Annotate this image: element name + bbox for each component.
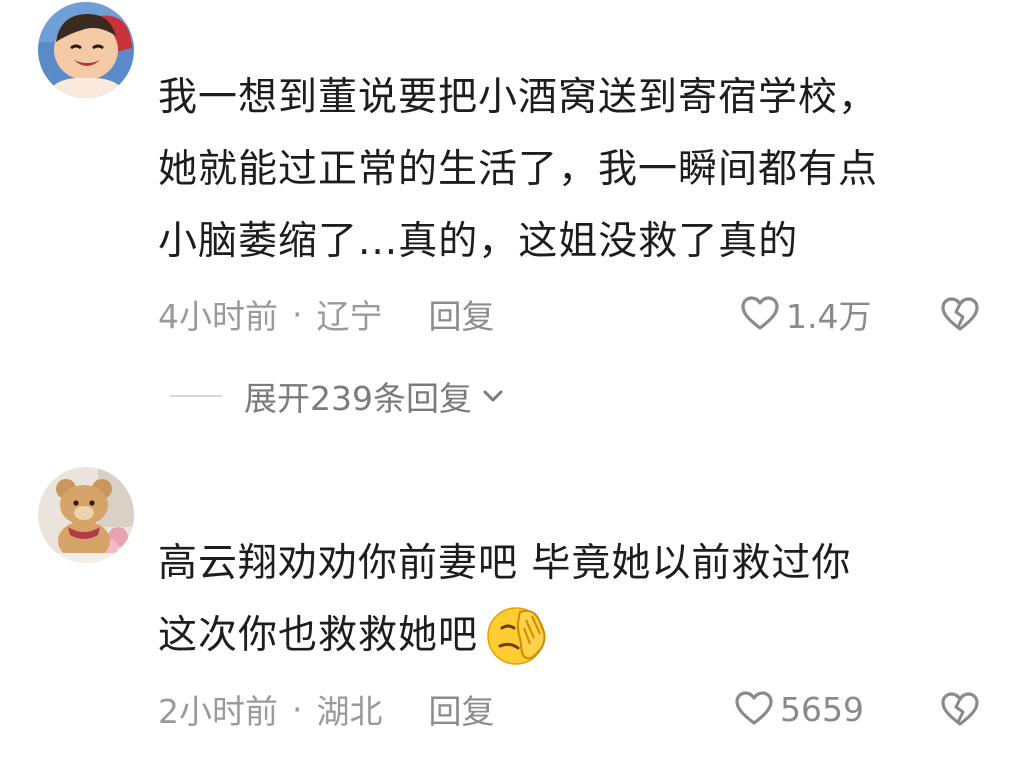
avatar[interactable] [38,467,134,563]
comment-line: 高云翔劝劝你前妻吧 毕竟她以前救过你 [158,541,852,586]
comment-line: 我一想到董说要把小酒窝送到寄宿学校， [158,75,879,120]
chevron-down-icon [483,390,503,402]
comment-time: 2小时前 [158,692,278,731]
expand-replies-label: 展开239条回复 [244,379,472,418]
child-portrait-avatar-icon [38,2,134,98]
comment-location: 湖北 [316,692,383,731]
comment-text: 我一想到董说要把小酒窝送到寄宿学校， 她就能过正常的生活了，我一瞬间都有点 小脑… [158,62,988,278]
username-area [160,485,180,495]
comment-item: 我一想到董说要把小酒窝送到寄宿学校， 她就能过正常的生活了，我一瞬间都有点 小脑… [0,0,1020,455]
avatar[interactable] [38,2,134,98]
reply-button[interactable]: 回复 [429,685,495,733]
like-count: 5659 [780,689,864,729]
broken-heart-icon[interactable] [938,688,982,732]
like-button[interactable]: 1.4万 [738,292,871,336]
comment-line: 这次你也救救她吧 [158,600,988,674]
teddy-bear-avatar-icon [38,467,134,563]
comment-item: 高云翔劝劝你前妻吧 毕竟她以前救过你 这次你也救救她吧 2小时前 · 湖北 回复… [0,455,1020,770]
comment-location: 辽宁 [316,297,383,336]
comment-line: 她就能过正常的生活了，我一瞬间都有点 [158,147,879,192]
broken-heart-icon[interactable] [938,293,982,337]
comment-text: 高云翔劝劝你前妻吧 毕竟她以前救过你 这次你也救救她吧 [158,528,988,674]
like-count: 1.4万 [786,297,872,336]
expand-replies-button[interactable]: 展开239条回复 [170,372,508,420]
reply-button[interactable]: 回复 [429,290,495,338]
comment-time: 4小时前 [158,297,278,336]
expand-divider [170,395,222,397]
like-button[interactable]: 5659 [732,687,864,731]
username-area [160,8,180,18]
comment-line-text: 这次你也救救她吧 [158,613,479,658]
face-palm-emoji-icon [487,606,546,665]
heart-outline-icon [735,691,773,725]
meta-separator: · [292,294,303,334]
heart-outline-icon [741,296,779,330]
meta-separator: · [292,689,303,729]
comment-line: 小脑萎缩了...真的，这姐没救了真的 [158,219,799,264]
